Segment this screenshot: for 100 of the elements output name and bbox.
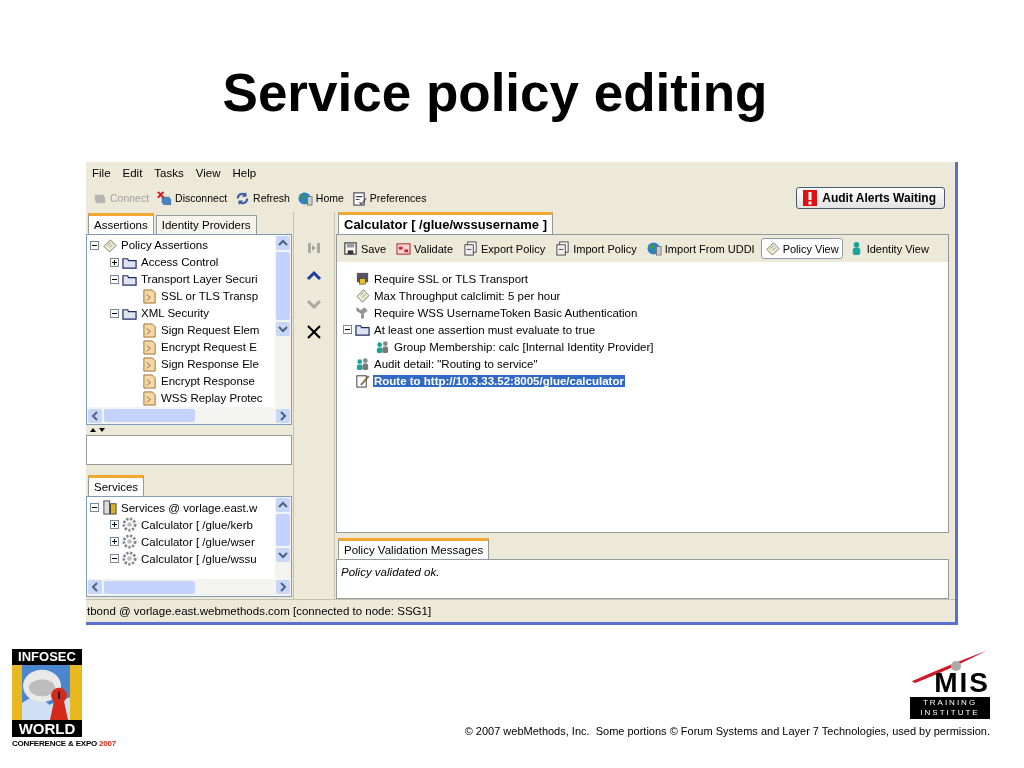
tree-item[interactable]: WSS Replay Protec	[160, 392, 264, 405]
scroll-up-icon[interactable]	[276, 235, 290, 250]
warning-icon	[803, 190, 818, 206]
tab[interactable]: Assertions	[88, 212, 154, 234]
vertical-scrollbar[interactable]	[275, 497, 291, 579]
slide-title: Service policy editing	[221, 62, 769, 124]
document-icon	[142, 356, 157, 372]
logo-text: INFOSEC	[18, 649, 76, 665]
tab[interactable]: Calculator [ /glue/wssusername ]	[338, 212, 553, 234]
logo-tagline: CONFERENCE & EXPO	[12, 739, 98, 748]
export-icon	[463, 241, 478, 256]
tree-item[interactable]: Calculator [ /glue/wssu	[140, 552, 258, 565]
toolbar-button[interactable]: Preferences	[349, 188, 429, 208]
expander-icon[interactable]	[110, 537, 119, 547]
expander-icon[interactable]	[110, 308, 119, 318]
document-icon	[142, 288, 157, 304]
tree-item[interactable]: XML Security	[140, 307, 210, 320]
tree-item[interactable]: Calculator [ /glue/kerb	[140, 518, 254, 531]
toolbar-button[interactable]: Validate	[392, 238, 457, 259]
expander-icon[interactable]	[110, 520, 119, 530]
people-icon	[355, 356, 370, 371]
scroll-right-icon[interactable]	[276, 580, 290, 595]
document-icon	[142, 322, 157, 338]
toolbar-button[interactable]: Import Policy	[551, 238, 641, 259]
scroll-left-icon[interactable]	[88, 580, 102, 595]
tree-item[interactable]: Calculator [ /glue/wser	[140, 535, 256, 548]
document-icon	[142, 390, 157, 406]
expander-icon[interactable]	[90, 240, 99, 250]
copyright-text: © 2007 webMethods, Inc. Some portions © Forum Systems and Layer 7 Technologies, used by permission.	[464, 725, 990, 737]
import-icon	[555, 241, 571, 256]
tab[interactable]: Services	[88, 475, 145, 497]
logo-year: 2007	[99, 739, 117, 748]
server-icon	[102, 500, 117, 516]
scroll-down-icon[interactable]	[276, 548, 290, 563]
scroll-down-icon[interactable]	[276, 321, 290, 336]
toolbar-button[interactable]: Disconnect	[155, 188, 230, 208]
tree-item[interactable]: Transport Layer Securi	[140, 273, 259, 286]
toolbar-button[interactable]: Export Policy	[459, 238, 550, 259]
gear-icon	[122, 517, 137, 533]
menu-item[interactable]: Help	[232, 167, 257, 179]
scroll-icon	[355, 288, 370, 303]
expander-icon[interactable]	[343, 325, 352, 334]
tree-item[interactable]: Group Membership: calc [Internal Identity Provider]	[393, 340, 655, 353]
globe-icon	[646, 241, 662, 256]
expander-icon[interactable]	[110, 274, 119, 284]
toolbar-button[interactable]: Refresh	[233, 188, 292, 208]
tree-item[interactable]: Services @ vorlage.east.w	[120, 501, 259, 514]
logo-text: INSTITUTE	[920, 708, 980, 718]
document-icon	[142, 339, 157, 355]
toolbar-button[interactable]: Identity View	[844, 238, 933, 259]
globe-icon	[297, 190, 313, 206]
validate-icon	[396, 241, 412, 256]
tree-item[interactable]: Require WSS UsernameToken Basic Authentication	[373, 306, 639, 319]
insert-icon	[306, 240, 322, 256]
tree-item[interactable]: SSL or TLS Transp	[160, 290, 260, 303]
menu-item[interactable]: Edit	[122, 167, 143, 179]
tree-item[interactable]: Require SSL or TLS Transport	[373, 272, 530, 285]
menu-item[interactable]: File	[92, 167, 111, 179]
toolbar-button[interactable]: Home	[295, 188, 346, 208]
tree-item[interactable]: Max Throughput calclimit: 5 per hour	[373, 289, 562, 302]
delete-icon	[306, 324, 322, 340]
status-text: tbond @ vorlage.east.webmethods.com [connected to node: SSG1]	[87, 605, 432, 617]
scroll-right-icon[interactable]	[276, 408, 290, 423]
toolbar-button[interactable]: Policy View	[760, 238, 843, 259]
toolbar-button[interactable]: Save	[339, 238, 391, 259]
tree-item[interactable]: At least one assertion must evaluate to true	[373, 323, 597, 336]
tree-item[interactable]: Encrypt Request E	[160, 341, 258, 354]
tree-item[interactable]: Encrypt Response	[160, 375, 256, 388]
document-icon	[142, 373, 157, 389]
tree-item[interactable]: Route to http://10.3.33.52:8005/glue/calculator	[373, 374, 625, 387]
expander-icon[interactable]	[110, 554, 119, 564]
expander-icon[interactable]	[90, 503, 99, 513]
menu-item[interactable]: View	[195, 167, 221, 179]
scroll-left-icon[interactable]	[88, 408, 102, 423]
refresh-icon	[235, 190, 251, 206]
scroll-up-icon[interactable]	[276, 498, 290, 513]
horizontal-scrollbar[interactable]	[87, 579, 291, 596]
toolbar-button[interactable]: Import From UDDI	[642, 238, 759, 259]
folder-icon	[355, 322, 370, 337]
logo-text: WORLD	[18, 720, 76, 737]
tab[interactable]: Identity Providers	[155, 214, 257, 234]
menu-item[interactable]: Tasks	[154, 167, 184, 179]
tree-item[interactable]: Audit detail: "Routing to service"	[373, 357, 539, 370]
logo-text: MIS	[934, 669, 990, 697]
people-icon	[375, 339, 390, 354]
audit-alerts-button[interactable]: Audit Alerts Waiting	[796, 187, 945, 209]
scroll-icon	[102, 237, 117, 253]
gear-icon	[122, 551, 137, 567]
scroll-icon	[764, 241, 780, 256]
horizontal-scrollbar[interactable]	[87, 407, 291, 425]
tree-item[interactable]: Policy Assertions	[120, 239, 209, 252]
gear-icon	[122, 534, 137, 550]
pencil-icon	[355, 373, 370, 388]
logo-text: TRAINING	[922, 698, 978, 708]
vertical-scrollbar[interactable]	[275, 234, 291, 408]
tree-item[interactable]: Access Control	[140, 256, 220, 269]
tree-item[interactable]: Sign Request Elem	[160, 324, 261, 337]
tree-item[interactable]: Sign Response Ele	[160, 358, 260, 371]
expander-icon[interactable]	[110, 257, 119, 267]
tab[interactable]: Policy Validation Messages	[338, 538, 490, 559]
